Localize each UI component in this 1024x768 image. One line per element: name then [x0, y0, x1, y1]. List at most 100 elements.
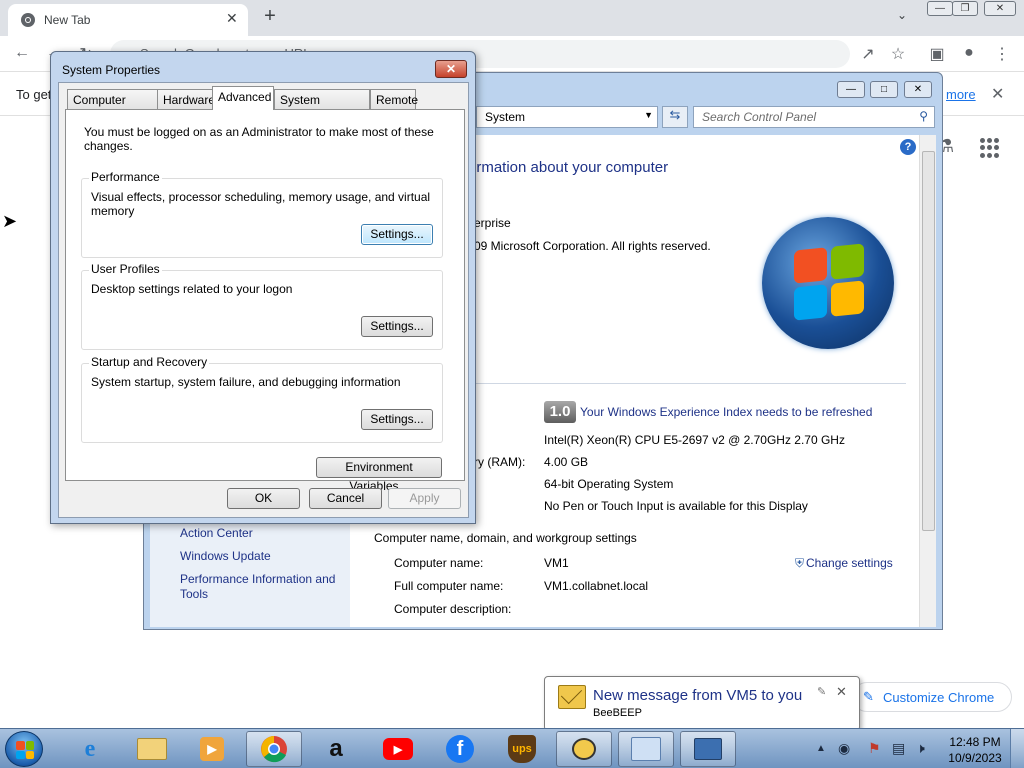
chrome-menu-icon[interactable]: ⋮	[992, 44, 1012, 64]
performance-group: Performance Visual effects, processor sc…	[81, 170, 443, 258]
control-panel-icon	[631, 737, 661, 761]
startup-recovery-desc: System startup, system failure, and debu…	[91, 375, 401, 389]
performance-desc: Visual effects, processor scheduling, me…	[91, 190, 431, 218]
customize-chrome-button[interactable]: ✎ Customize Chrome	[852, 682, 1012, 712]
bee-icon	[572, 738, 596, 760]
full-name-label: Full computer name:	[394, 579, 504, 593]
network-icon[interactable]: ▤	[892, 740, 905, 757]
infobar-learn-more-link[interactable]: more	[946, 87, 976, 102]
taskbar-beebeep[interactable]	[556, 731, 612, 767]
wei-refresh-link[interactable]: Your Windows Experience Index needs to b…	[580, 405, 872, 419]
clock-date[interactable]: 10/9/2023	[948, 751, 1002, 765]
share-icon[interactable]: ↗	[858, 44, 878, 64]
tab-computer-name[interactable]: Computer Name	[67, 89, 159, 121]
cp-scrollbar-thumb[interactable]	[922, 151, 935, 531]
browser-close-icon[interactable]: ✕	[984, 1, 1016, 16]
taskbar-windows-explorer[interactable]	[124, 731, 180, 767]
side-panel-icon[interactable]: ▣	[927, 44, 947, 64]
apply-button[interactable]: Apply	[388, 488, 461, 509]
start-button[interactable]	[5, 731, 43, 767]
pin-icon[interactable]: ✎	[817, 685, 826, 698]
full-name-value: VM1.collabnet.local	[544, 579, 649, 593]
dialog-close-icon[interactable]: ✕	[435, 60, 467, 78]
mail-icon	[558, 685, 586, 709]
taskbar-google-chrome[interactable]	[246, 731, 302, 767]
cp-close-icon[interactable]: ✕	[904, 81, 932, 98]
change-settings-link[interactable]: ⛨ Change settings	[795, 556, 893, 571]
help-icon[interactable]: ?	[900, 139, 916, 155]
google-apps-icon[interactable]	[980, 138, 1000, 158]
tab-remote[interactable]: Remote	[370, 89, 418, 109]
windows-update-link[interactable]: Windows Update	[180, 549, 271, 564]
system-tray: ▲ ◉ ⚑ ▤ 🕨 12:48 PM 10/9/2023	[812, 731, 1024, 767]
media-player-icon: ▶	[200, 737, 224, 761]
notification-title: New message from VM5 to you	[593, 687, 803, 704]
volume-muted-icon[interactable]: 🕨	[916, 740, 925, 757]
chrome-tab[interactable]: New Tab ✕	[8, 4, 248, 36]
action-center-link[interactable]: Action Center	[180, 526, 253, 541]
tab-search-icon[interactable]: ⌄	[897, 8, 907, 22]
taskbar-internet-explorer[interactable]: e	[62, 731, 118, 767]
user-profiles-title: User Profiles	[89, 262, 162, 276]
taskbar-system-properties[interactable]	[680, 731, 736, 767]
taskbar-control-panel[interactable]	[618, 731, 674, 767]
cp-maximize-icon[interactable]: □	[870, 81, 898, 98]
dialog-body: Computer Name Hardware Advanced System P…	[58, 82, 469, 518]
user-profiles-group: User Profiles Desktop settings related t…	[81, 262, 443, 350]
performance-info-link[interactable]: Performance Information and	[180, 572, 335, 587]
pencil-icon: ✎	[863, 689, 874, 704]
cp-refresh-icon[interactable]: ⇆	[662, 106, 688, 128]
clock-time[interactable]: 12:48 PM	[948, 735, 1002, 749]
tab-close-icon[interactable]: ✕	[226, 10, 238, 27]
profile-icon[interactable]: ●	[959, 44, 979, 62]
taskbar-amazon[interactable]: a	[308, 731, 364, 767]
system-properties-dialog: System Properties ✕ Computer Name Hardwa…	[50, 51, 476, 524]
performance-settings-button[interactable]: Settings...	[361, 224, 433, 245]
cp-address-bar[interactable]: System ▼	[476, 106, 658, 128]
beebeep-notification[interactable]: New message from VM5 to you BeeBEEP ✎ ✕	[544, 676, 860, 731]
tab-advanced[interactable]: Advanced	[212, 86, 274, 110]
amazon-icon: a	[329, 735, 343, 762]
notification-close-icon[interactable]: ✕	[836, 684, 847, 700]
search-icon[interactable]: ⚲	[919, 109, 928, 123]
ups-icon: ups	[508, 735, 536, 763]
taskbar-facebook[interactable]: f	[432, 731, 488, 767]
taskbar-media-player[interactable]: ▶	[184, 731, 240, 767]
cp-minimize-icon[interactable]: —	[837, 81, 865, 98]
ok-button[interactable]: OK	[227, 488, 300, 509]
wei-score-badge[interactable]: 1.0	[544, 401, 576, 423]
browser-restore-icon[interactable]: ❐	[952, 1, 978, 16]
tab-system-protection[interactable]: System Protection	[274, 89, 370, 121]
change-settings-label: Change settings	[806, 556, 893, 570]
windows-edition: erprise	[474, 216, 511, 230]
tray-expand-icon[interactable]: ▲	[816, 743, 826, 754]
environment-variables-button[interactable]: Environment Variables...	[316, 457, 442, 493]
chrome-icon	[261, 736, 287, 763]
chevron-down-icon[interactable]: ▼	[644, 110, 653, 120]
user-profiles-settings-button[interactable]: Settings...	[361, 316, 433, 337]
startup-recovery-settings-button[interactable]: Settings...	[361, 409, 433, 430]
computer-icon	[694, 738, 722, 760]
browser-minimize-icon[interactable]: —	[927, 1, 953, 16]
taskbar-youtube[interactable]: ▶	[370, 731, 426, 767]
cancel-button[interactable]: Cancel	[309, 488, 382, 509]
performance-info-link-line2[interactable]: Tools	[180, 587, 208, 602]
show-desktop-button[interactable]	[1010, 729, 1024, 768]
performance-title: Performance	[89, 170, 162, 184]
memory-label: ry (RAM):	[474, 455, 526, 469]
action-center-flag-icon[interactable]: ⚑	[868, 740, 881, 757]
admin-note: You must be logged on as an Administrato…	[84, 125, 434, 153]
cp-address-text: System	[485, 110, 526, 124]
windows-flag-icon	[16, 741, 34, 759]
pen-touch-value: No Pen or Touch Input is available for t…	[544, 499, 808, 513]
beebeep-tray-icon[interactable]: ◉	[838, 740, 850, 757]
infobar-close-icon[interactable]: ✕	[991, 84, 1004, 104]
new-tab-button[interactable]: +	[259, 5, 281, 28]
bookmark-star-icon[interactable]: ☆	[888, 44, 908, 64]
taskbar-ups[interactable]: ups	[494, 731, 550, 767]
back-icon[interactable]: ←	[12, 44, 32, 62]
cp-scrollbar[interactable]	[919, 135, 936, 627]
cp-search-input[interactable]: Search Control Panel ⚲	[693, 106, 935, 128]
chrome-tab-icon	[21, 13, 35, 27]
tab-hardware[interactable]: Hardware	[157, 89, 215, 109]
